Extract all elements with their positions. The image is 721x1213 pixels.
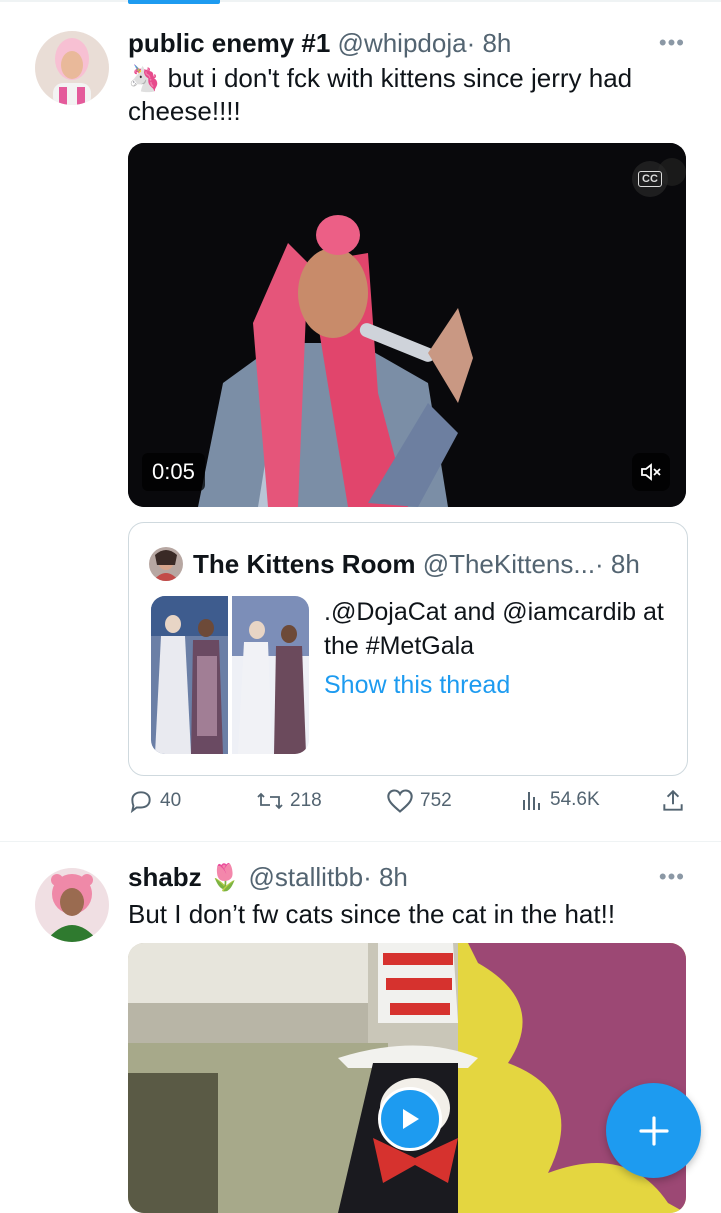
tulip-emoji: 🌷 [208, 862, 242, 892]
quoted-tweet[interactable]: The Kittens Room @TheKittens...· 8h .@Do… [128, 522, 688, 776]
tweet-header: public enemy #1 @whipdoja· 8h [128, 28, 511, 59]
reply-icon [130, 791, 151, 814]
display-name[interactable]: shabz [128, 862, 202, 892]
quote-display-name[interactable]: The Kittens Room [193, 549, 415, 579]
share-button[interactable] [660, 788, 686, 814]
like-count: 752 [420, 790, 452, 811]
more-options-icon[interactable]: ••• [659, 30, 685, 56]
tweet[interactable]: public enemy #1 @whipdoja· 8h ••• 🦄 but … [0, 0, 721, 842]
quote-header: The Kittens Room @TheKittens...· 8h [193, 549, 640, 580]
heart-icon [387, 789, 413, 813]
mute-icon[interactable] [632, 453, 670, 491]
reply-count: 40 [160, 790, 182, 811]
retweet-count: 218 [290, 790, 322, 811]
play-button[interactable] [378, 1087, 442, 1151]
reply-button[interactable]: 40 [128, 788, 181, 814]
quote-image-1 [151, 596, 228, 754]
timestamp[interactable]: · 8h [363, 862, 408, 892]
unicorn-emoji: 🦄 [128, 63, 161, 93]
show-thread-link[interactable]: Show this thread [324, 671, 510, 700]
video-player[interactable]: CC 0:05 [128, 143, 686, 507]
video-frame [128, 143, 686, 507]
quote-images[interactable] [151, 596, 309, 754]
avatar[interactable] [35, 868, 109, 942]
video-frame [128, 943, 686, 1213]
quote-username[interactable]: @TheKittens... [423, 549, 595, 579]
video-player[interactable] [128, 943, 686, 1213]
quote-avatar[interactable] [149, 547, 183, 581]
tweet-text: But I don’t fw cats since the cat in the… [128, 899, 616, 929]
view-count: 54.6K [550, 789, 600, 810]
tweet-header: shabz 🌷 @stallitbb· 8h [128, 862, 408, 893]
retweet-icon [257, 792, 283, 810]
speaker-muted-icon [641, 463, 661, 481]
more-options-icon[interactable]: ••• [659, 864, 685, 890]
captions-label: CC [638, 171, 662, 187]
username[interactable]: @whipdoja [338, 28, 467, 58]
plus-icon [638, 1115, 669, 1146]
share-icon [663, 789, 683, 811]
username[interactable]: @stallitbb [249, 862, 364, 892]
tweet-actions: 40 218 752 54.6K [128, 788, 688, 822]
captions-icon[interactable]: CC [632, 161, 668, 197]
views-icon [523, 792, 540, 810]
quote-text: .@DojaCat and @iamcardib at the #MetGala [324, 598, 664, 660]
quote-timestamp: · 8h [595, 549, 640, 579]
views-button[interactable]: 54.6K [520, 788, 600, 812]
compose-button[interactable] [606, 1083, 701, 1178]
retweet-button[interactable]: 218 [256, 788, 322, 814]
avatar[interactable] [35, 31, 109, 105]
display-name[interactable]: public enemy #1 [128, 28, 330, 58]
tweet-text-body: but i don't fck with kittens since jerry… [128, 63, 633, 126]
play-icon [403, 1109, 419, 1129]
like-button[interactable]: 752 [386, 788, 452, 814]
video-duration: 0:05 [142, 453, 205, 491]
tweet-text: 🦄 but i don't fck with kittens since jer… [128, 62, 688, 128]
quote-image-2 [232, 596, 309, 754]
timestamp[interactable]: · 8h [467, 28, 512, 58]
